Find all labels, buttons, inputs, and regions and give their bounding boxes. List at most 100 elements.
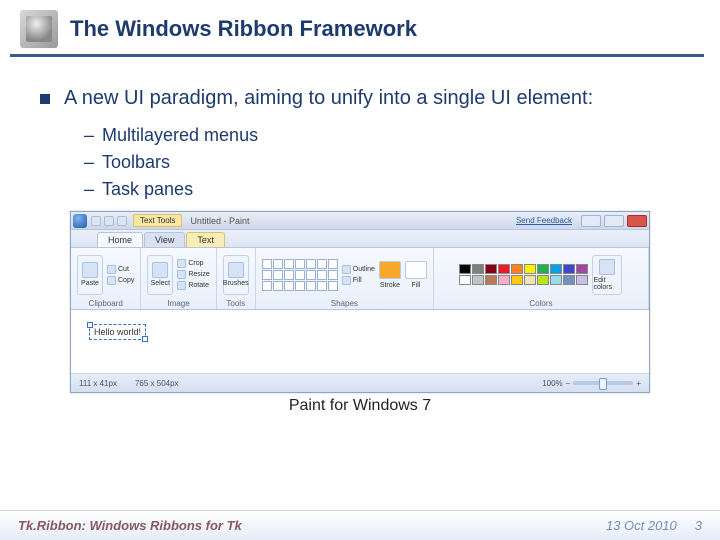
footer-page-number: 3: [695, 518, 702, 533]
color-swatch[interactable]: [576, 264, 588, 274]
send-feedback-link[interactable]: Send Feedback: [516, 216, 572, 225]
select-icon: [152, 262, 168, 278]
tab-view[interactable]: View: [144, 232, 185, 247]
fill-color-button[interactable]: [405, 261, 427, 279]
app-menu-orb-icon[interactable]: [73, 214, 87, 228]
group-label: Colors: [529, 299, 552, 308]
dash-icon: –: [84, 122, 94, 149]
sub-bullet: –Task panes: [84, 176, 680, 203]
color-swatch[interactable]: [524, 264, 536, 274]
color-swatch[interactable]: [472, 264, 484, 274]
slide-header: The Windows Ribbon Framework: [10, 0, 704, 57]
cut-button[interactable]: Cut: [107, 265, 134, 274]
color-swatch[interactable]: [537, 264, 549, 274]
resize-icon: [177, 270, 186, 279]
bullet-main: A new UI paradigm, aiming to unify into …: [40, 85, 680, 112]
resize-button[interactable]: Resize: [177, 270, 209, 279]
tab-home[interactable]: Home: [97, 232, 143, 247]
ribbon-tabs: Home View Text: [71, 230, 649, 248]
group-tools: Brushes Tools: [217, 248, 256, 309]
edit-colors-icon: [599, 259, 615, 275]
color-swatch[interactable]: [524, 275, 536, 285]
color-palette[interactable]: [459, 264, 588, 285]
crop-icon: [177, 259, 186, 268]
color-swatch[interactable]: [485, 264, 497, 274]
canvas-size: 765 x 504px: [135, 379, 179, 388]
zoom-value: 100%: [542, 379, 562, 388]
outline-button[interactable]: Outline: [342, 265, 375, 274]
tab-text[interactable]: Text: [186, 232, 225, 247]
brushes-button[interactable]: Brushes: [223, 255, 249, 295]
paste-icon: [82, 262, 98, 278]
color-swatch[interactable]: [485, 275, 497, 285]
qat-redo-icon[interactable]: [117, 216, 127, 226]
minimize-button[interactable]: [581, 215, 601, 227]
color-swatch[interactable]: [550, 275, 562, 285]
copy-button[interactable]: Copy: [107, 276, 134, 285]
zoom-in-icon[interactable]: +: [636, 379, 641, 388]
color-swatch[interactable]: [576, 275, 588, 285]
cut-icon: [107, 265, 116, 274]
paste-button[interactable]: Paste: [77, 255, 103, 295]
zoom-out-icon[interactable]: −: [566, 379, 571, 388]
stroke-color-button[interactable]: [379, 261, 401, 279]
slide-title: The Windows Ribbon Framework: [70, 16, 417, 42]
edit-colors-button[interactable]: Edit colors: [592, 255, 622, 295]
bullet-main-text: A new UI paradigm, aiming to unify into …: [64, 85, 593, 112]
color-swatch[interactable]: [459, 275, 471, 285]
copy-icon: [107, 276, 116, 285]
sub-bullet: –Multilayered menus: [84, 122, 680, 149]
color-swatch[interactable]: [498, 264, 510, 274]
brush-icon: [228, 262, 244, 278]
square-bullet-icon: [40, 94, 50, 104]
contextual-tab-header: Text Tools: [133, 214, 182, 227]
color-swatch[interactable]: [537, 275, 549, 285]
slide-body: A new UI paradigm, aiming to unify into …: [0, 57, 720, 415]
footer-date: 13 Oct 2010: [606, 518, 677, 533]
institution-logo-icon: [20, 10, 58, 48]
group-label: Image: [167, 299, 189, 308]
cursor-position: 111 x 41px: [79, 379, 117, 388]
group-shapes: Outline Fill Stroke Fill Shapes: [256, 248, 434, 309]
color-swatch[interactable]: [563, 264, 575, 274]
qat-undo-icon[interactable]: [104, 216, 114, 226]
group-label: Clipboard: [89, 299, 123, 308]
fill-option-button[interactable]: Fill: [342, 276, 375, 285]
group-clipboard: Paste Cut Copy Clipboard: [71, 248, 141, 309]
figure-caption: Paint for Windows 7: [40, 397, 680, 415]
color-swatch[interactable]: [459, 264, 471, 274]
text-edit-box[interactable]: Hello world!: [89, 324, 146, 340]
crop-button[interactable]: Crop: [177, 259, 209, 268]
group-label: Tools: [226, 299, 245, 308]
dash-icon: –: [84, 176, 94, 203]
sub-bullet: –Toolbars: [84, 149, 680, 176]
close-button[interactable]: [627, 215, 647, 227]
zoom-slider[interactable]: [573, 381, 633, 385]
group-colors: Edit colors Colors: [434, 248, 649, 309]
color-swatch[interactable]: [563, 275, 575, 285]
shapes-gallery[interactable]: [262, 259, 338, 291]
rotate-icon: [177, 281, 186, 290]
dash-icon: –: [84, 149, 94, 176]
paint-window-screenshot: Text Tools Untitled - Paint Send Feedbac…: [70, 211, 650, 393]
status-bar: 111 x 41px 765 x 504px 100% − +: [71, 374, 649, 392]
select-button[interactable]: Select: [147, 255, 173, 295]
stroke-label: Stroke: [380, 282, 400, 289]
fill-label: Fill: [411, 282, 420, 289]
color-swatch[interactable]: [511, 275, 523, 285]
maximize-button[interactable]: [604, 215, 624, 227]
group-image: Select Crop Resize Rotate Image: [141, 248, 216, 309]
color-swatch[interactable]: [498, 275, 510, 285]
canvas[interactable]: Hello world!: [71, 310, 649, 374]
qat-save-icon[interactable]: [91, 216, 101, 226]
color-swatch[interactable]: [472, 275, 484, 285]
zoom-control[interactable]: 100% − +: [542, 379, 641, 388]
slide-footer: Tk.Ribbon: Windows Ribbons for Tk 13 Oct…: [0, 510, 720, 540]
footer-title: Tk.Ribbon: Windows Ribbons for Tk: [18, 518, 242, 533]
color-swatch[interactable]: [511, 264, 523, 274]
quick-access-toolbar: [91, 216, 127, 226]
window-title: Untitled - Paint: [190, 216, 249, 226]
rotate-button[interactable]: Rotate: [177, 281, 209, 290]
color-swatch[interactable]: [550, 264, 562, 274]
ribbon: Paste Cut Copy Clipboard Select Crop Res…: [71, 248, 649, 310]
